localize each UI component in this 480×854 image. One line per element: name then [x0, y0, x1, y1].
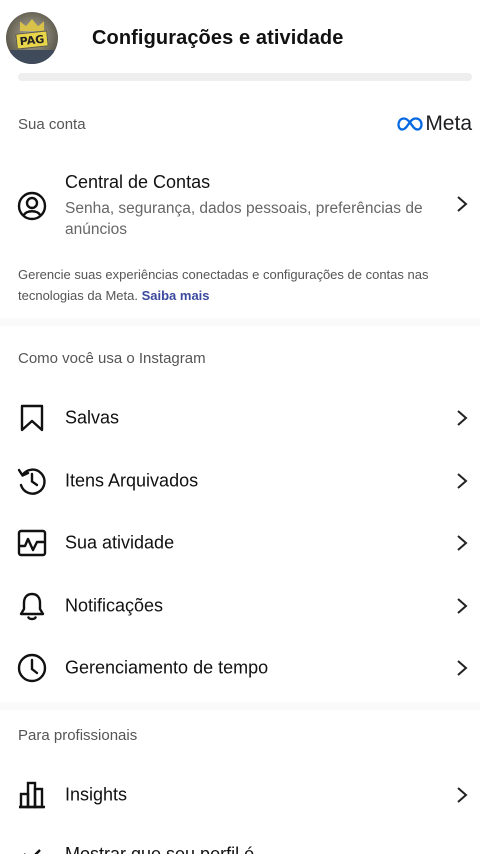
menu-item-notifications[interactable]: Notificações [0, 575, 480, 637]
menu-item-label: Gerenciamento de tempo [65, 657, 269, 678]
menu-item-label: Itens Arquivados [65, 470, 199, 491]
section-divider [0, 318, 480, 326]
chevron-right-icon [457, 660, 468, 676]
menu-item-verified-profile[interactable]: Mostrar que seu perfil é [0, 826, 480, 854]
accounts-info-text: Gerencie suas experiências conectadas e … [18, 267, 429, 303]
section-divider [0, 702, 480, 710]
menu-item-label: Notificações [65, 595, 164, 616]
menu-item-label: Mostrar que seu perfil é [65, 844, 255, 854]
crown-icon [20, 19, 44, 31]
accounts-center-title: Central de Contas [65, 172, 211, 192]
header: PAG Configurações e atividade [0, 0, 480, 76]
section-label-usage: Como você usa o Instagram [18, 350, 206, 367]
chevron-right-icon [457, 535, 468, 551]
bell-icon [19, 592, 45, 621]
meta-logo: Meta [397, 112, 472, 136]
bar-chart-icon [19, 781, 45, 809]
menu-item-label: Sua atividade [65, 532, 175, 553]
page-title: Configurações e atividade [92, 27, 344, 49]
chevron-right-icon [457, 196, 468, 212]
clock-icon [17, 653, 47, 683]
verified-icon [24, 849, 41, 854]
archive-history-icon [17, 468, 46, 495]
menu-item-label: Salvas [65, 407, 120, 428]
menu-item-insights[interactable]: Insights [0, 764, 480, 826]
learn-more-link[interactable]: Saiba mais [142, 288, 210, 303]
meta-logo-text: Meta [425, 112, 472, 135]
menu-item-activity[interactable]: Sua atividade [0, 512, 480, 574]
chevron-right-icon [457, 473, 468, 489]
accounts-center-row[interactable]: Central de Contas Senha, segurança, dado… [0, 160, 480, 252]
scroll-indicator [18, 73, 472, 81]
chevron-right-icon [457, 598, 468, 614]
avatar[interactable]: PAG [6, 12, 58, 64]
menu-item-saved[interactable]: Salvas [0, 387, 480, 449]
bookmark-icon [20, 404, 44, 432]
menu-item-archived[interactable]: Itens Arquivados [0, 450, 480, 512]
section-label-account: Sua conta [18, 116, 86, 133]
menu-item-time-management[interactable]: Gerenciamento de tempo [0, 637, 480, 699]
chevron-right-icon [457, 787, 468, 803]
menu-item-label: Insights [65, 784, 128, 805]
activity-icon [17, 529, 47, 557]
avatar-badge: PAG [15, 30, 49, 50]
meta-infinity-icon [397, 117, 423, 131]
section-label-pro: Para profissionais [18, 727, 138, 744]
chevron-right-icon [457, 410, 468, 426]
accounts-center-subtitle: Senha, segurança, dados pessoais, prefer… [65, 200, 423, 238]
user-circle-icon [17, 191, 47, 221]
